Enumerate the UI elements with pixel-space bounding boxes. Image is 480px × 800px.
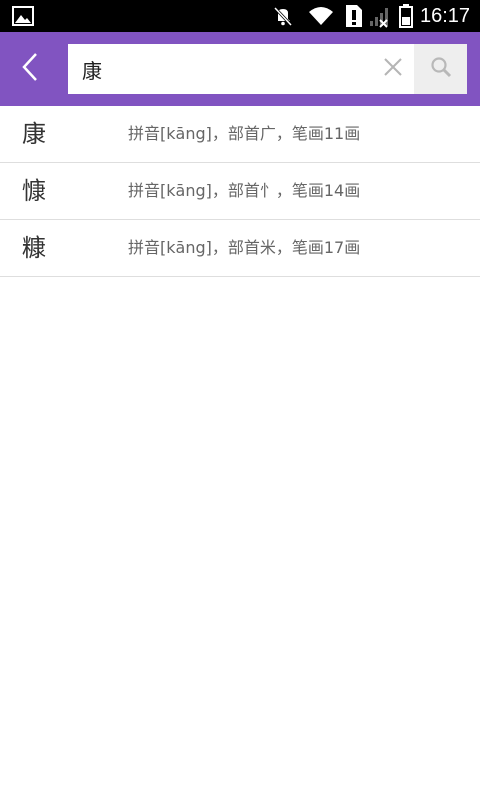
- clear-search-button[interactable]: [372, 44, 414, 94]
- result-info: 拼音[kāng]，部首米，笔画17画: [128, 238, 361, 257]
- magnifier-icon: [430, 56, 452, 82]
- result-info: 拼音[kāng]，部首忄，笔画14画: [128, 181, 361, 200]
- search-box: [68, 44, 414, 94]
- search-app-bar: [0, 32, 480, 106]
- wifi-icon: [308, 5, 334, 31]
- status-clock: 16:17: [420, 5, 471, 27]
- gallery-icon: [12, 6, 34, 30]
- sim-alert-icon: [344, 4, 364, 32]
- result-row[interactable]: 康 拼音[kāng]，部首广，笔画11画: [0, 106, 480, 163]
- search-button[interactable]: [414, 44, 467, 94]
- result-row[interactable]: 慷 拼音[kāng]，部首忄，笔画14画: [0, 163, 480, 220]
- result-info: 拼音[kāng]，部首广，笔画11画: [128, 124, 361, 143]
- result-character: 康: [22, 120, 46, 148]
- battery-icon: [399, 4, 413, 32]
- mute-icon: [272, 5, 294, 31]
- result-character: 糠: [22, 234, 46, 262]
- search-input[interactable]: [68, 44, 368, 94]
- signal-icon: [368, 6, 392, 32]
- status-bar: 16:17: [0, 0, 480, 32]
- chevron-left-icon: [20, 52, 40, 86]
- result-list: 康 拼音[kāng]，部首广，笔画11画 慷 拼音[kāng]，部首忄，笔画14…: [0, 106, 480, 277]
- back-button[interactable]: [0, 32, 60, 106]
- close-icon: [384, 58, 402, 80]
- result-character: 慷: [22, 177, 46, 205]
- result-row[interactable]: 糠 拼音[kāng]，部首米，笔画17画: [0, 220, 480, 277]
